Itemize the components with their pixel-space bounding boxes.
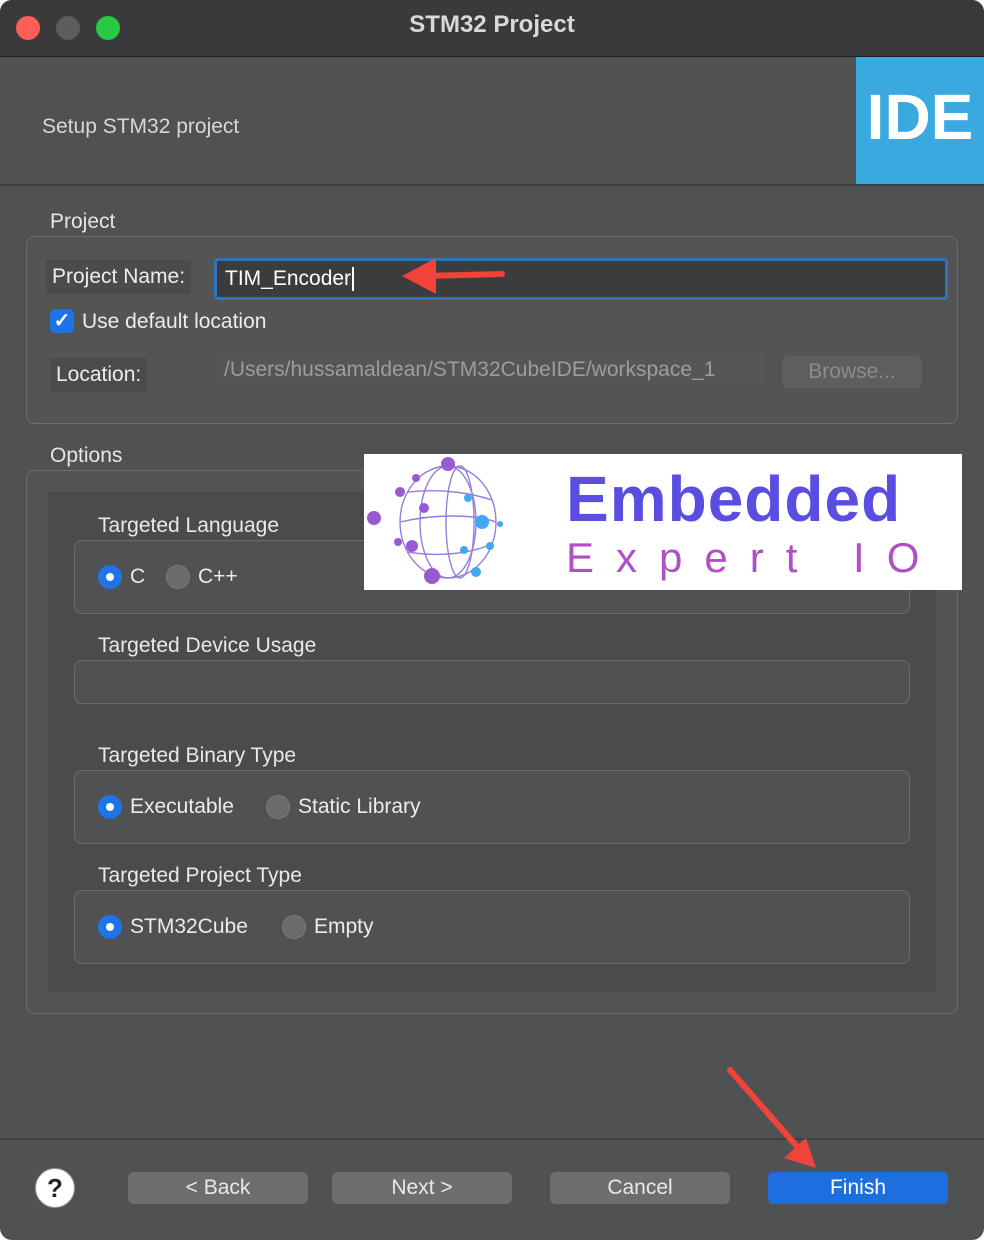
binary-static-library-label: Static Library (298, 795, 421, 818)
title-bar: STM32 Project (0, 0, 984, 57)
binary-executable-radio[interactable] (98, 795, 122, 819)
language-c-label: C (130, 565, 146, 588)
back-button[interactable]: < Back (128, 1172, 308, 1204)
location-input[interactable]: /Users/hussamaldean/STM32CubeIDE/workspa… (218, 354, 764, 386)
targeted-binary-type-title: Targeted Binary Type (98, 744, 297, 767)
use-default-location-label: Use default location (82, 310, 267, 333)
language-cpp-radio[interactable] (166, 565, 190, 589)
project-type-stm32cube-radio[interactable] (98, 915, 122, 939)
browse-button[interactable]: Browse... (782, 356, 922, 388)
watermark-line1: Embedded (566, 463, 902, 535)
targeted-project-type-title: Targeted Project Type (98, 864, 302, 887)
targeted-language-title: Targeted Language (98, 514, 279, 537)
cancel-button[interactable]: Cancel (550, 1172, 730, 1204)
dialog-window: STM32 Project Setup STM32 project IDE Pr… (0, 0, 984, 1240)
targeted-device-usage-group (74, 660, 910, 704)
options-section-title: Options (50, 444, 123, 467)
binary-executable-label: Executable (130, 795, 234, 818)
ide-logo: IDE (856, 57, 984, 184)
project-name-value: TIM_Encoder (225, 267, 352, 290)
project-type-empty-label: Empty (314, 915, 374, 938)
project-section-title: Project (50, 210, 116, 233)
help-icon[interactable]: ? (35, 1168, 75, 1208)
project-name-input[interactable]: TIM_Encoder (214, 258, 948, 300)
text-caret (352, 267, 355, 292)
project-name-label: Project Name: (46, 260, 192, 294)
binary-static-library-radio[interactable] (266, 795, 290, 819)
targeted-device-usage-title: Targeted Device Usage (98, 634, 317, 657)
window-title: STM32 Project (409, 11, 575, 38)
wizard-subtitle: Setup STM32 project (42, 115, 240, 138)
watermark-line2: Expert IO (566, 534, 942, 581)
embedded-expert-io-logo: Embedded Expert IO (364, 454, 962, 590)
location-label: Location: (50, 358, 148, 392)
network-globe-icon (367, 457, 503, 584)
use-default-location-checkbox[interactable]: ✓ (50, 309, 74, 333)
next-button[interactable]: Next > (332, 1172, 512, 1204)
language-cpp-label: C++ (198, 565, 238, 588)
finish-button[interactable]: Finish (768, 1172, 948, 1204)
project-type-empty-radio[interactable] (282, 915, 306, 939)
project-type-stm32cube-label: STM32Cube (130, 915, 248, 938)
footer-divider (0, 1138, 984, 1140)
language-c-radio[interactable] (98, 565, 122, 589)
wizard-header: Setup STM32 project IDE (0, 57, 984, 186)
